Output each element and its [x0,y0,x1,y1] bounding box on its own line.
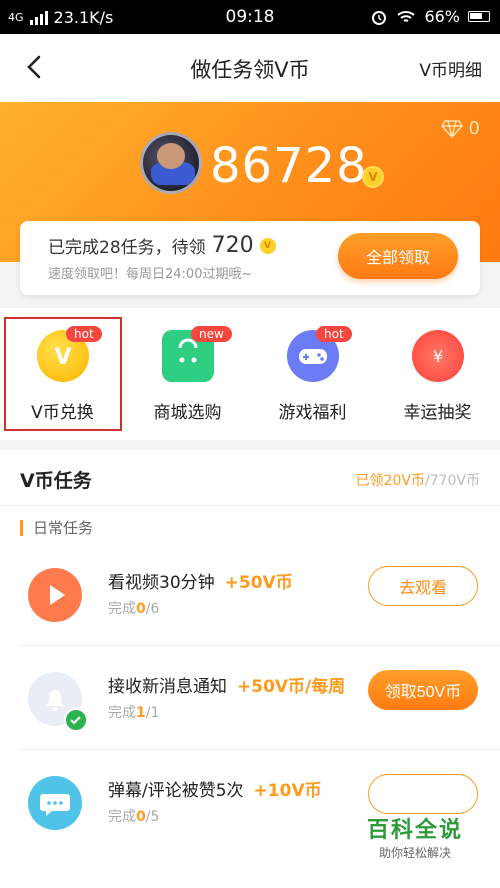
pending-amount: 720 [211,233,254,258]
task-done: 0 [136,601,146,617]
task-total: /5 [145,809,160,825]
comment-icon [28,776,82,830]
status-bar: 4G 23.1K/s 09:18 66% [0,0,500,34]
divider [0,505,500,506]
quick-item-game-benefits[interactable]: hot 游戏福利 [250,308,375,440]
pending-claim-card: 已完成28任务，待领 720 V 速度领取吧！每周日24:00过期哦~ 全部领取 [20,221,480,295]
task-action-button[interactable] [368,774,478,814]
quick-actions: V hot V币兑换 new 商城选购 hot 游戏福利 ¥ 幸运抽奖 [0,308,500,440]
task-reward: +50V币/每周 [237,677,346,697]
claimed-amount: 已领20V币 [355,473,425,489]
watermark-subtitle: 助你轻松解决 [378,846,451,860]
task-row: 看视频30分钟 +50V币 完成0/6 去观看 [0,542,500,646]
battery-percent: 66% [424,7,460,26]
task-reward: +10V币 [253,781,322,801]
quick-item-label: 幸运抽奖 [403,403,472,423]
watermark-title: 百科全说 [366,818,463,843]
battery-icon [468,11,490,22]
quick-item-lucky-draw[interactable]: ¥ 幸运抽奖 [375,308,500,440]
claimed-progress: 已领20V币/770V币 [356,470,480,490]
v-coin-icon: V [362,166,384,188]
task-progress-label: 完成 [108,809,136,825]
task-reward: +50V币 [224,573,293,593]
new-badge: new [191,326,232,342]
gem-count: 0 [468,118,480,139]
task-total: /1 [145,705,160,721]
task-progress-label: 完成 [108,705,136,721]
lucky-draw-icon: ¥ [412,330,464,382]
task-name: 看视频30分钟 [108,573,215,593]
total-amount: /770V币 [424,473,480,489]
task-done: 1 [136,705,146,721]
nav-bar: 做任务领V币 V币明细 [0,34,500,102]
task-progress-label: 完成 [108,601,136,617]
play-icon [28,568,82,622]
completed-tasks-text: 已完成28任务，待领 [48,238,206,258]
diamond-icon [440,119,463,138]
expiry-hint: 速度领取吧！每周日24:00过期哦~ [48,267,253,282]
daily-tasks-label: 日常任务 [20,520,93,536]
v-coin-small-icon: V [259,237,276,254]
hot-badge: hot [316,326,352,342]
watch-video-button[interactable]: 去观看 [368,566,478,606]
v-coin-detail-link[interactable]: V币明细 [419,56,482,81]
check-icon [64,708,88,732]
gem-counter[interactable]: 0 [440,118,480,139]
quick-item-mall[interactable]: new 商城选购 [125,308,250,440]
task-done: 0 [136,809,146,825]
task-row: 接收新消息通知 +50V币/每周 完成1/1 领取50V币 [0,646,500,750]
task-name: 弹幕/评论被赞5次 [108,781,244,801]
selection-highlight [4,317,122,431]
svg-text:¥: ¥ [433,347,443,366]
quick-item-label: 游戏福利 [278,403,347,423]
quick-item-label: 商城选购 [153,403,222,423]
wifi-icon [397,10,416,22]
v-coin-balance: 86728 [210,138,368,194]
task-total: /6 [145,601,160,617]
section-title: V币任务 [20,470,92,492]
alarm-icon [372,10,387,25]
avatar[interactable] [140,132,202,194]
task-name: 接收新消息通知 [108,677,227,697]
claim-reward-button[interactable]: 领取50V币 [368,670,478,710]
watermark: 百科全说 助你轻松解决 [350,812,480,862]
claim-all-button[interactable]: 全部领取 [338,233,458,279]
